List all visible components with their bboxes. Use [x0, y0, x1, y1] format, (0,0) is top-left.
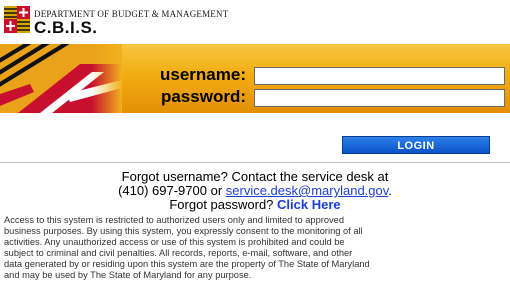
maryland-flag-banner-art	[0, 44, 122, 113]
maryland-flag-logo-icon	[4, 6, 30, 33]
service-desk-contact: (410) 697-9700 or service.desk@maryland.…	[0, 183, 510, 198]
forgot-password-row: Forgot password? Click Here	[0, 197, 510, 212]
forgot-username-text: Forgot username? Contact the service des…	[121, 169, 389, 184]
click-here-link[interactable]: Click Here	[277, 197, 341, 212]
legal-notice: Access to this system is restricted to a…	[4, 215, 510, 281]
password-label: password:	[160, 87, 246, 106]
legal-line: business purposes. By using this system,…	[4, 226, 363, 236]
legal-line: subject to criminal and civil penalties.…	[4, 248, 353, 258]
section-divider	[0, 162, 510, 163]
system-title: C.B.I.S.	[34, 18, 98, 37]
service-desk-email-link[interactable]: service.desk@maryland.gov	[226, 183, 389, 198]
login-button[interactable]: LOGIN	[342, 136, 490, 154]
legal-line: Access to this system is restricted to a…	[4, 215, 345, 225]
forgot-password-text: Forgot password?	[169, 197, 278, 212]
legal-line: activities. Any unauthorized access or u…	[4, 237, 345, 247]
username-input[interactable]	[254, 67, 505, 85]
email-suffix: .	[388, 183, 392, 198]
password-input[interactable]	[254, 89, 505, 107]
page-header: DEPARTMENT OF BUDGET & MANAGEMENT C.B.I.…	[0, 0, 510, 44]
username-label: username:	[160, 65, 246, 84]
legal-line: and may be used by The State of Maryland…	[4, 270, 252, 280]
phone-number-text: (410) 697-9700 or	[118, 183, 226, 198]
legal-line: data generated by or residing upon this …	[4, 259, 370, 269]
